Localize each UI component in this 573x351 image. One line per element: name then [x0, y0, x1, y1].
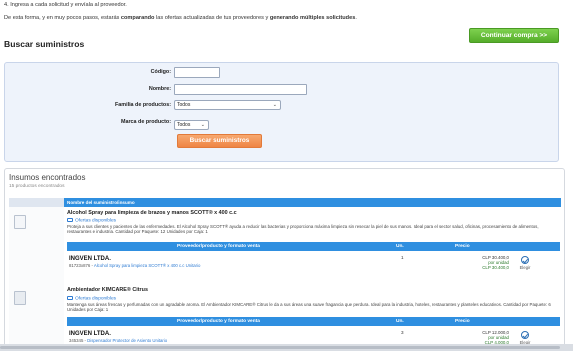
check-circle-icon — [521, 331, 529, 339]
results-title: Insumos encontrados — [9, 173, 86, 182]
page-title: Buscar suministros — [4, 39, 85, 49]
search-supplies-button[interactable]: Buscar suministros — [177, 134, 262, 148]
familia-label: Familia de productos: — [114, 102, 171, 108]
vendor-product: 345345 - Dispensador Protector de Asient… — [69, 338, 167, 343]
product-description: Mantenga sus áreas frescas y perfumadas … — [67, 302, 551, 313]
offer-table-header: Proveedor/producto y formato venta Un. P… — [67, 317, 560, 326]
intro-bold-generando: generando múltiples solicitudes — [269, 15, 356, 21]
vendor-product-code: 81723x876 - — [69, 263, 94, 268]
marca-label: Marca de producto: — [120, 119, 171, 125]
chevron-down-icon: ⌄ — [200, 122, 205, 128]
choose-offer-button[interactable]: Elegir — [517, 331, 533, 345]
choose-offer-button[interactable]: Elegir — [517, 256, 533, 270]
header-price: Precio — [455, 244, 470, 249]
codigo-input[interactable] — [174, 67, 220, 78]
offers-link[interactable]: Ofertas disponibles — [67, 218, 116, 223]
product-thumb-cell — [9, 281, 64, 351]
offer-quantity: 3 — [401, 330, 404, 335]
offers-icon — [67, 296, 73, 300]
continue-purchase-button[interactable]: Continuar compra >> — [469, 28, 559, 43]
intro-description: De esta forma, y en muy pocos pasos, est… — [4, 15, 357, 21]
offer-price: CLP 30.400,0 por unidad CLP 30.400,0 — [465, 255, 509, 271]
intro-text-c: las ofertas actualizadas de tus proveedo… — [154, 15, 270, 21]
familia-select[interactable]: Todos ⌄ — [174, 100, 281, 110]
offer-table-header: Proveedor/producto y formato venta Un. P… — [67, 242, 560, 251]
intro-step-4: 4. Ingresa a cada solicitud y envíala al… — [4, 2, 127, 8]
codigo-label: Código: — [150, 69, 171, 75]
results-table-header: Nombre del suministro/insumo — [9, 198, 561, 207]
vendor-product: 81723x876 - Alcohol Spray para limpieza … — [69, 263, 200, 268]
intro-text-e: . — [355, 15, 357, 21]
marca-select[interactable]: Todos ⌄ — [174, 120, 209, 130]
horizontal-scrollbar[interactable] — [0, 344, 573, 351]
price-unit: CLP 30.400,0 — [482, 265, 509, 271]
results-panel: Insumos encontrados 15 productos encontr… — [4, 168, 565, 351]
offers-link[interactable]: Ofertas disponibles — [67, 296, 116, 301]
product-description: Proteja a sus clientes y pacientes de la… — [67, 224, 539, 235]
vendor-product-link[interactable]: Alcohol Spray para limpieza SCOTT® x 400… — [94, 263, 201, 268]
familia-select-value: Todos — [177, 102, 191, 108]
vendor-name: INGVEN LTDA. — [69, 331, 111, 337]
nombre-label: Nombre: — [148, 86, 171, 92]
header-thumb-column — [9, 198, 64, 207]
intro-text-a: De esta forma, y en muy pocos pasos, est… — [4, 15, 121, 21]
nombre-input[interactable] — [174, 84, 307, 95]
vendor-product-link[interactable]: Dispensador Protector de Asiento Unitari… — [87, 338, 167, 343]
offers-icon — [67, 218, 73, 222]
intro-bold-comparando: comparando — [120, 15, 155, 21]
product-image[interactable] — [14, 291, 26, 305]
offer-quantity: 1 — [401, 255, 404, 260]
header-provider: Proveedor/producto y formato venta — [177, 319, 260, 324]
scrollbar-thumb[interactable] — [0, 346, 560, 349]
product-title[interactable]: Ambientador KIMCARE® Citrus — [67, 287, 148, 293]
chevron-down-icon: ⌄ — [272, 102, 277, 108]
product-title[interactable]: Alcohol Spray para limpieza de brazos y … — [67, 210, 237, 216]
vendor-name: INGVEN LTDA. — [69, 256, 111, 262]
header-provider: Proveedor/producto y formato venta — [177, 244, 260, 249]
header-price: Precio — [455, 319, 470, 324]
vendor-product-code: 345345 - — [69, 338, 88, 343]
product-image[interactable] — [14, 215, 26, 229]
header-unit: Un. — [396, 244, 404, 249]
results-count: 15 productos encontrados — [9, 184, 65, 189]
header-unit: Un. — [396, 319, 404, 324]
offers-label: Ofertas disponibles — [75, 218, 117, 224]
offers-label: Ofertas disponibles — [75, 296, 117, 302]
check-circle-icon — [521, 256, 529, 264]
marca-select-value: Todos — [177, 122, 191, 128]
choose-label: Elegir — [519, 265, 531, 270]
search-form: Código: Nombre: Familia de productos: To… — [4, 62, 559, 162]
header-supply-name: Nombre del suministro/insumo — [64, 198, 561, 207]
